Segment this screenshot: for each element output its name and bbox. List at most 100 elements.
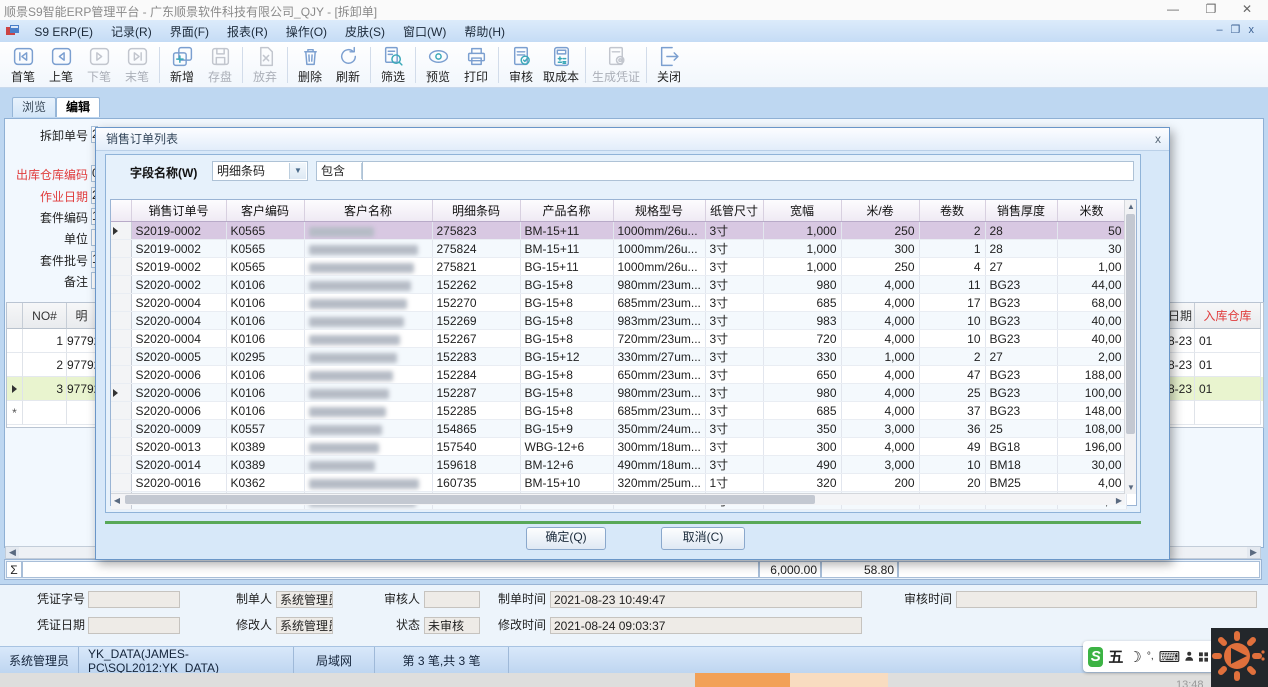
menu-item-6[interactable]: 窗口(W) <box>394 20 455 43</box>
taskbar-item[interactable] <box>695 673 790 687</box>
toolbox-icon[interactable] <box>1199 651 1208 663</box>
toolbar-button-首笔[interactable]: 首笔 <box>4 44 42 86</box>
sales-order-row[interactable]: S2020-0006K0106152285BG-15+8685mm/23um..… <box>111 402 1126 420</box>
grid-cell: 3寸 <box>705 240 763 258</box>
sales-order-row[interactable]: S2020-0006K0106152287BG-15+8980mm/23um..… <box>111 384 1126 402</box>
maximize-icon[interactable]: ❐ <box>1196 1 1226 18</box>
scroll-up-icon[interactable]: ▲ <box>1125 201 1137 212</box>
sales-order-row[interactable]: S2020-0004K0106152269BG-15+8983mm/23um..… <box>111 312 1126 330</box>
sales-order-row[interactable]: S2020-0002K0106152262BG-15+8980mm/23um..… <box>111 276 1126 294</box>
grid-column-header[interactable]: 米数 <box>1057 200 1126 222</box>
grid-cell: 3寸 <box>705 384 763 402</box>
sales-order-row[interactable]: S2019-0002K0565275824BM-15+111000mm/26u.… <box>111 240 1126 258</box>
grid-column-header[interactable]: 卷数 <box>919 200 985 222</box>
menu-item-3[interactable]: 报表(R) <box>218 20 277 43</box>
grid-cell: 685mm/23um... <box>613 294 705 312</box>
grid-hscrollbar[interactable]: ◀ ▶ <box>111 493 1125 505</box>
taskbar-item[interactable] <box>790 673 888 687</box>
toolbar-button-删除[interactable]: 删除 <box>291 44 329 86</box>
dialog-titlebar: 销售订单列表 x <box>96 128 1169 151</box>
toolbar-button-取成本[interactable]: 取成本 <box>540 44 582 86</box>
toolbar-separator <box>646 47 647 83</box>
grid-column-header[interactable]: 销售厚度 <box>985 200 1057 222</box>
filter-value-input[interactable] <box>362 161 1134 181</box>
detail-grid-left: NO#明197792297792397792* <box>6 302 100 428</box>
sales-order-row[interactable]: S2019-0002K0565275823BM-15+111000mm/26u.… <box>111 222 1126 240</box>
minimize-icon[interactable]: — <box>1158 1 1188 18</box>
grid-cell: 275821 <box>432 258 520 276</box>
grid-column-header[interactable]: 明细条码 <box>432 200 520 222</box>
grid-column-header[interactable]: 米/卷 <box>841 200 919 222</box>
sales-order-row[interactable]: S2020-0005K0295152283BG-15+12330mm/27um.… <box>111 348 1126 366</box>
cancel-button[interactable]: 取消(C) <box>661 527 745 550</box>
menu-item-5[interactable]: 皮肤(S) <box>336 20 394 43</box>
toolbar-button-审核[interactable]: 审核 <box>502 44 540 86</box>
close-icon[interactable]: ✕ <box>1232 1 1262 18</box>
sales-order-row[interactable]: S2020-0013K0389157540WBG-12+6300mm/18um.… <box>111 438 1126 456</box>
dialog-close-icon[interactable]: x <box>1155 128 1161 150</box>
menu-item-2[interactable]: 界面(F) <box>161 20 218 43</box>
grid-column-header[interactable]: 宽幅 <box>763 200 841 222</box>
grid-column-header[interactable]: 客户名称 <box>304 200 432 222</box>
grid-cell: K0106 <box>226 366 304 384</box>
scroll-right-icon[interactable]: ▶ <box>1113 495 1125 506</box>
toolbar-button-刷新[interactable]: 刷新 <box>329 44 367 86</box>
scroll-left-icon[interactable]: ◀ <box>6 547 19 558</box>
punctuation-icon[interactable]: °, <box>1147 651 1154 662</box>
toolbar-button-筛选[interactable]: 筛选 <box>374 44 412 86</box>
ok-button[interactable]: 确定(Q) <box>526 527 606 550</box>
table-row[interactable]: 297792 <box>7 353 99 377</box>
tab-browse[interactable]: 浏览 <box>12 97 56 117</box>
grid-column-header[interactable]: 客户编码 <box>226 200 304 222</box>
sales-order-row[interactable]: S2020-0004K0106152267BG-15+8720mm/23um..… <box>111 330 1126 348</box>
moon-icon[interactable]: ☽ <box>1128 648 1141 666</box>
grid-cell: 1000mm/26u... <box>613 222 705 240</box>
sales-order-row[interactable]: S2020-0009K0557154865BG-15+9350mm/24um..… <box>111 420 1126 438</box>
new-row[interactable]: * <box>7 401 99 425</box>
customer-name-redacted <box>309 281 411 291</box>
toolbar-button-打印[interactable]: 打印 <box>457 44 495 86</box>
grid-column-header[interactable]: 销售订单号 <box>131 200 226 222</box>
tray-app-icon[interactable] <box>1211 628 1268 687</box>
grid-cell: 100,00 <box>1057 384 1126 402</box>
chinese-mode-icon[interactable]: 五 <box>1108 646 1123 667</box>
toolbar-button-新增[interactable]: 新增 <box>163 44 201 86</box>
sales-order-row[interactable]: S2020-0016K0362160735BM-15+10320mm/25um.… <box>111 474 1126 492</box>
input-method-bar[interactable]: S 五 ☽ °, ⌨ <box>1083 641 1213 672</box>
chevron-down-icon[interactable]: ▼ <box>289 163 306 179</box>
grid-cell <box>304 348 432 366</box>
menu-item-1[interactable]: 记录(R) <box>102 20 161 43</box>
person-icon[interactable] <box>1185 650 1193 663</box>
toolbar-button-上笔[interactable]: 上笔 <box>42 44 80 86</box>
keyboard-icon[interactable]: ⌨ <box>1159 648 1181 666</box>
menu-item-0[interactable]: S9 ERP(E) <box>25 22 102 42</box>
filter-field-select[interactable]: 明细条码 ▼ <box>212 161 308 181</box>
sales-order-row[interactable]: S2020-0004K0106152270BG-15+8685mm/23um..… <box>111 294 1126 312</box>
table-row[interactable]: 397792 <box>7 377 99 401</box>
scroll-down-icon[interactable]: ▼ <box>1125 482 1137 493</box>
grid-column-header[interactable]: 纸管尺寸 <box>705 200 763 222</box>
mdi-window-controls[interactable]: –❐x <box>1217 23 1262 36</box>
toolbar-button-预览[interactable]: 预览 <box>419 44 457 86</box>
grid-vscrollbar[interactable]: ▲ ▼ <box>1124 200 1136 494</box>
scroll-left-icon[interactable]: ◀ <box>111 495 123 506</box>
tab-edit[interactable]: 编辑 <box>56 97 100 117</box>
grid-column-header[interactable]: 规格型号 <box>613 200 705 222</box>
grid-column-header[interactable]: 产品名称 <box>520 200 613 222</box>
sales-order-row[interactable]: S2020-0006K0106152284BG-15+8650mm/23um..… <box>111 366 1126 384</box>
save-icon <box>209 45 232 68</box>
table-row[interactable]: 197792 <box>7 329 99 353</box>
sogou-logo-icon[interactable]: S <box>1088 647 1103 667</box>
sales-order-row[interactable]: S2020-0014K0389159618BM-12+6490mm/18um..… <box>111 456 1126 474</box>
toolbar-button-关闭[interactable]: 关闭 <box>650 44 688 86</box>
grid-cell: 1,000 <box>763 222 841 240</box>
sales-order-grid[interactable]: 销售订单号客户编码客户名称明细条码产品名称规格型号纸管尺寸宽幅米/卷卷数销售厚度… <box>110 199 1137 506</box>
grid-cell: 300mm/18um... <box>613 438 705 456</box>
grid-cell <box>304 222 432 240</box>
menu-item-4[interactable]: 操作(O) <box>277 20 336 43</box>
grid-cell: 2 <box>919 348 985 366</box>
menu-item-7[interactable]: 帮助(H) <box>455 20 514 43</box>
sales-order-row[interactable]: S2019-0002K0565275821BG-15+111000mm/26u.… <box>111 258 1126 276</box>
scroll-right-icon[interactable]: ▶ <box>1247 547 1260 558</box>
grid-cell: 25 <box>919 384 985 402</box>
